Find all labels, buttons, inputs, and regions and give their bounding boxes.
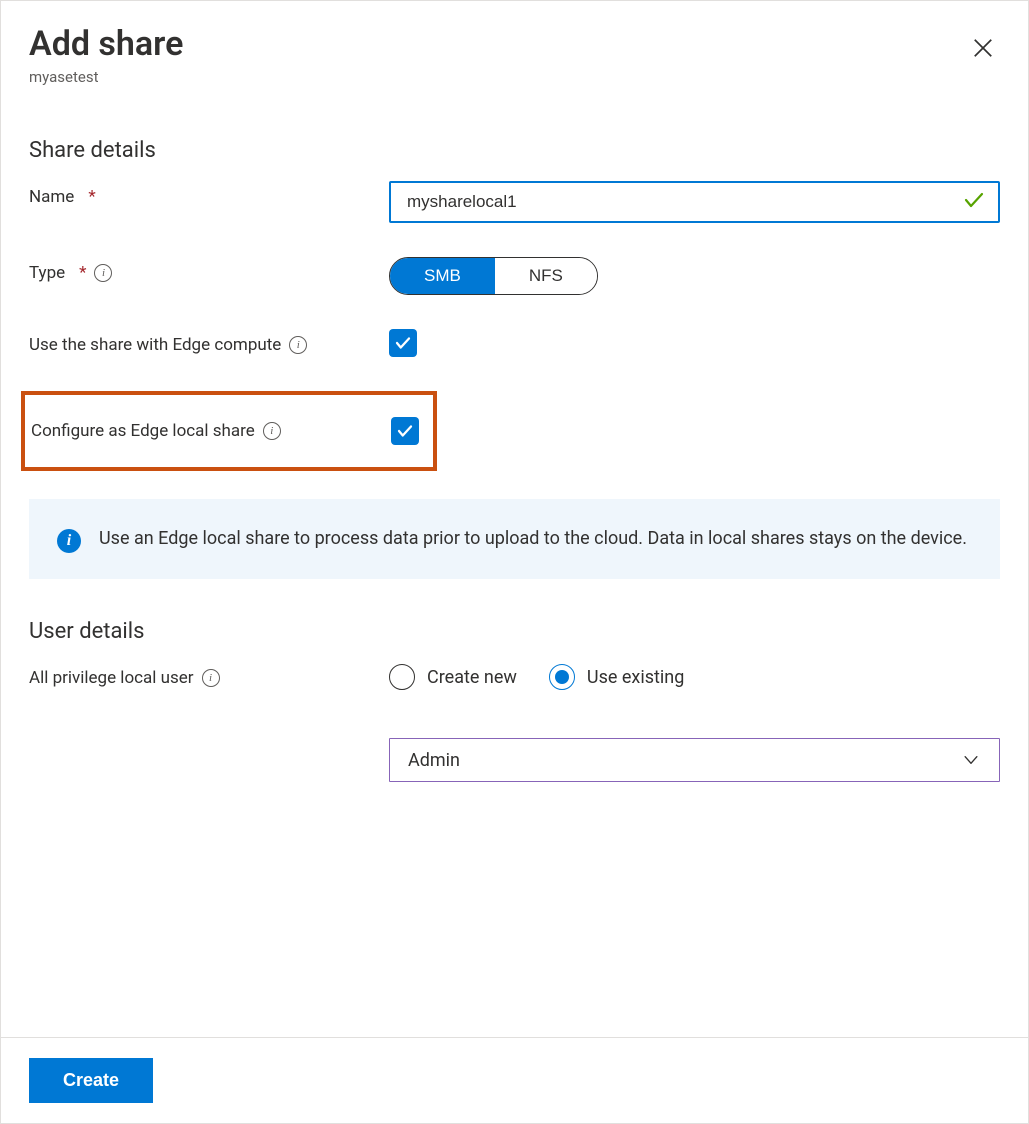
info-banner-text: Use an Edge local share to process data … [99,525,967,552]
edge-compute-label: Use the share with Edge compute [29,335,281,355]
page-subtitle: myasetest [29,68,183,86]
edge-compute-checkbox[interactable] [389,329,417,357]
info-icon[interactable]: i [202,669,220,687]
page-title: Add share [29,25,183,64]
panel-content: Add share myasetest Share details Name * [1,1,1028,1037]
type-segmented: SMB NFS [389,257,598,295]
required-indicator: * [79,263,86,283]
privilege-label: All privilege local user [29,668,194,688]
share-details-heading: Share details [29,138,1000,163]
type-label: Type [29,263,65,283]
name-input[interactable] [389,181,1000,223]
close-button[interactable] [966,31,1000,65]
panel-footer: Create [1,1037,1028,1123]
type-option-nfs[interactable]: NFS [495,258,597,294]
radio-create-new-label: Create new [427,667,517,688]
name-label: Name [29,187,74,207]
radio-dot-icon [389,664,415,690]
info-icon[interactable]: i [289,336,307,354]
local-share-highlight: Configure as Edge local share i [21,391,437,471]
info-banner: i Use an Edge local share to process dat… [29,499,1000,579]
user-details-heading: User details [29,619,1000,644]
create-button[interactable]: Create [29,1058,153,1103]
radio-dot-icon [549,664,575,690]
user-select[interactable]: Admin [389,738,1000,782]
add-share-panel: Add share myasetest Share details Name * [0,0,1029,1124]
check-icon [394,334,412,352]
info-icon[interactable]: i [263,422,281,440]
user-radio-group: Create new Use existing [389,662,1000,690]
edge-compute-row: Use the share with Edge compute i [29,329,1000,357]
required-indicator: * [88,187,95,207]
local-share-checkbox[interactable] [391,417,419,445]
panel-header: Add share myasetest [29,25,1000,86]
radio-use-existing[interactable]: Use existing [549,664,684,690]
chevron-down-icon [961,750,981,770]
user-select-value: Admin [408,750,460,771]
radio-create-new[interactable]: Create new [389,664,517,690]
local-share-label: Configure as Edge local share [31,421,255,441]
type-option-smb[interactable]: SMB [390,258,495,294]
name-row: Name * [29,181,1000,223]
type-row: Type * i SMB NFS [29,257,1000,295]
info-badge-icon: i [57,529,81,553]
valid-check-icon [962,188,986,216]
check-icon [396,422,414,440]
privilege-row: All privilege local user i Create new Us… [29,662,1000,782]
close-icon [972,37,994,59]
radio-use-existing-label: Use existing [587,667,684,688]
info-icon[interactable]: i [94,264,112,282]
